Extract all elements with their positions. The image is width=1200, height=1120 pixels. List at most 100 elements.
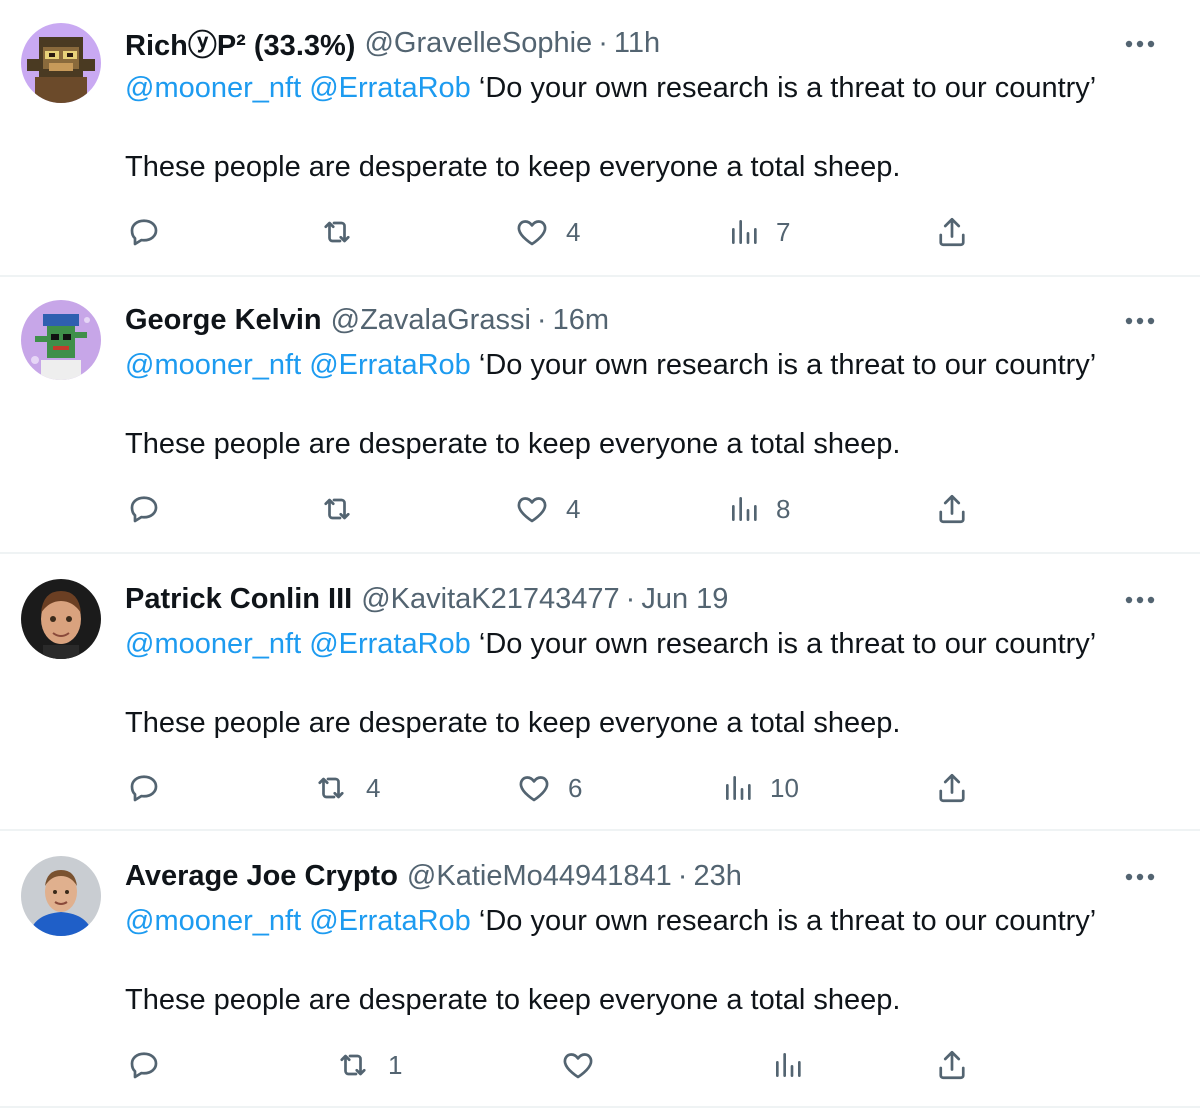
separator-dot: · — [677, 859, 688, 892]
tweet[interactable]: Patrick Conlin III @KavitaK21743477 · Ju… — [0, 554, 1200, 831]
display-name[interactable]: Average Joe Crypto — [125, 860, 398, 893]
views-button[interactable]: 10 — [722, 768, 799, 808]
retweet-button[interactable] — [318, 489, 372, 529]
action-bar: 4 8 — [0, 489, 1200, 529]
user-handle[interactable]: @KavitaK21743477 — [361, 583, 619, 616]
avatar[interactable] — [21, 23, 101, 103]
mention-link[interactable]: @mooner_nft — [125, 628, 301, 660]
share-button[interactable] — [934, 489, 970, 529]
like-count: 4 — [566, 493, 581, 524]
views-button[interactable]: 8 — [728, 489, 790, 529]
views-icon — [726, 776, 751, 800]
share-button[interactable] — [934, 1045, 970, 1085]
timestamp[interactable]: 23h — [693, 860, 741, 893]
action-bar: 4 6 10 — [0, 768, 1200, 808]
like-button[interactable]: 6 — [516, 768, 582, 808]
reply-button[interactable] — [126, 768, 178, 808]
retweet-button[interactable] — [318, 212, 372, 252]
tweet-text-line-1: @mooner_nft @ErrataRob ‘Do your own rese… — [125, 68, 1170, 108]
mention-link[interactable]: @mooner_nft — [125, 72, 301, 104]
more-options-icon[interactable] — [1120, 24, 1160, 64]
tweet-text-line-2: These people are desperate to keep every… — [125, 428, 901, 460]
tweet-header: Patrick Conlin III @KavitaK21743477 · Ju… — [125, 579, 1110, 619]
tweet-text-line-2: These people are desperate to keep every… — [125, 984, 901, 1016]
views-icon — [776, 1053, 801, 1077]
more-options-icon[interactable] — [1120, 857, 1160, 897]
retweet-icon — [318, 777, 344, 799]
tweet-text-line-2: These people are desperate to keep every… — [125, 707, 901, 739]
mention-link[interactable]: @ErrataRob — [309, 905, 471, 937]
share-button[interactable] — [934, 212, 970, 252]
tweet-text-line-2: These people are desperate to keep every… — [125, 151, 901, 183]
retweet-count: 1 — [388, 1049, 403, 1080]
quote-text: ‘Do your own research is a threat to our… — [478, 628, 1097, 660]
share-icon — [939, 494, 965, 524]
retweet-icon — [324, 498, 350, 520]
tweet[interactable]: Average Joe Crypto @KatieMo44941841 · 23… — [0, 831, 1200, 1108]
tweet-header: George Kelvin @ZavalaGrassi · 16m — [125, 300, 1110, 340]
retweet-icon — [324, 221, 350, 243]
timestamp[interactable]: 11h — [614, 27, 660, 60]
mention-link[interactable]: @ErrataRob — [309, 72, 471, 104]
like-button[interactable]: 4 — [514, 212, 580, 252]
more-options-icon[interactable] — [1120, 301, 1160, 341]
avatar[interactable] — [21, 579, 101, 659]
retweet-icon — [340, 1054, 366, 1076]
separator-dot: · — [536, 303, 547, 336]
tweet[interactable]: George Kelvin @ZavalaGrassi · 16m @moone… — [0, 277, 1200, 554]
views-icon — [732, 220, 757, 244]
like-count: 4 — [566, 216, 581, 247]
quote-text: ‘Do your own research is a threat to our… — [478, 72, 1097, 104]
like-count: 6 — [568, 772, 583, 803]
user-handle[interactable]: @KatieMo44941841 — [407, 860, 672, 893]
reply-button[interactable] — [126, 212, 178, 252]
display-name[interactable]: George Kelvin — [125, 304, 322, 337]
avatar[interactable] — [21, 856, 101, 936]
views-count: 7 — [776, 216, 791, 247]
views-button[interactable] — [772, 1045, 820, 1085]
like-button[interactable] — [560, 1045, 612, 1085]
display-name[interactable]: Patrick Conlin III — [125, 583, 352, 616]
views-icon — [732, 497, 757, 521]
separator-dot: · — [625, 582, 636, 615]
views-button[interactable]: 7 — [728, 212, 790, 252]
retweet-button[interactable]: 4 — [312, 768, 380, 808]
mention-link[interactable]: @mooner_nft — [125, 349, 301, 381]
mention-link[interactable]: @mooner_nft — [125, 905, 301, 937]
share-icon — [939, 773, 965, 803]
reply-feed: RichⓨP² (33.3%) @GravelleSophie · 11h @m… — [0, 0, 1200, 1120]
mention-link[interactable]: @ErrataRob — [309, 628, 471, 660]
action-bar: 1 — [0, 1045, 1200, 1085]
retweet-button[interactable]: 1 — [334, 1045, 402, 1085]
reply-button[interactable] — [126, 1045, 178, 1085]
views-count: 10 — [770, 772, 799, 803]
reply-icon — [130, 1052, 158, 1079]
share-icon — [939, 1050, 965, 1080]
avatar[interactable] — [21, 300, 101, 380]
more-options-icon[interactable] — [1120, 580, 1160, 620]
like-button[interactable]: 4 — [514, 489, 580, 529]
heart-icon — [519, 776, 549, 802]
heart-icon — [517, 220, 547, 246]
tweet[interactable]: RichⓨP² (33.3%) @GravelleSophie · 11h @m… — [0, 0, 1200, 277]
user-handle[interactable]: @ZavalaGrassi — [331, 304, 531, 337]
timestamp[interactable]: 16m — [553, 304, 609, 337]
share-button[interactable] — [934, 768, 970, 808]
tweet-header: Average Joe Crypto @KatieMo44941841 · 23… — [125, 856, 1110, 896]
tweet-text-line-1: @mooner_nft @ErrataRob ‘Do your own rese… — [125, 345, 1170, 385]
separator-dot: · — [598, 26, 608, 59]
quote-text: ‘Do your own research is a threat to our… — [478, 905, 1097, 937]
reply-icon — [130, 496, 158, 523]
user-handle[interactable]: @GravelleSophie — [364, 27, 592, 60]
timestamp[interactable]: Jun 19 — [641, 583, 728, 616]
tweet-text-line-1: @mooner_nft @ErrataRob ‘Do your own rese… — [125, 624, 1170, 664]
heart-icon — [517, 497, 547, 523]
action-bar: 4 7 — [0, 212, 1200, 252]
mention-link[interactable]: @ErrataRob — [309, 349, 471, 381]
heart-icon — [563, 1053, 593, 1079]
display-name[interactable]: RichⓨP² (33.3%) — [125, 22, 355, 64]
tweet-text-line-1: @mooner_nft @ErrataRob ‘Do your own rese… — [125, 901, 1170, 941]
reply-icon — [130, 775, 158, 802]
reply-button[interactable] — [126, 489, 178, 529]
reply-icon — [130, 219, 158, 246]
